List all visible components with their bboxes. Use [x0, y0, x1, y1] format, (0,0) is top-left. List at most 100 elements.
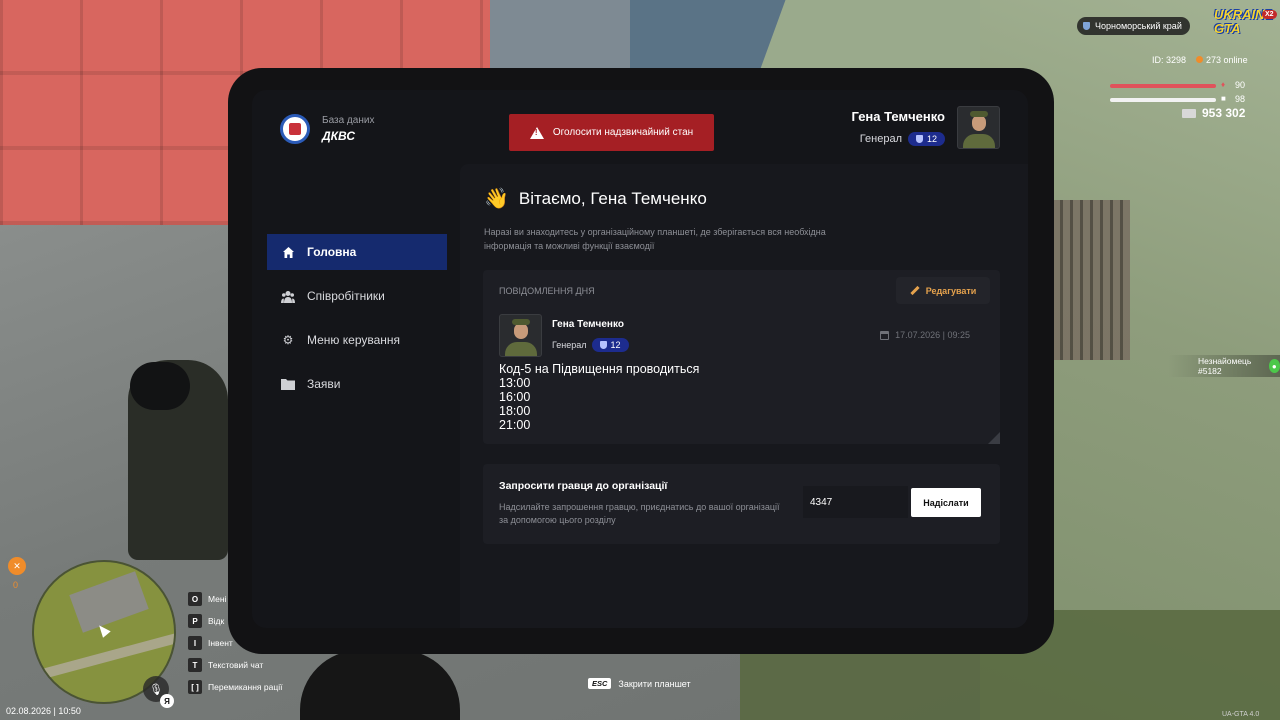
folder-icon: [281, 377, 295, 391]
edit-button-label: Редагувати: [925, 285, 977, 296]
motd-title: Повідомлення дня: [499, 286, 595, 296]
money-icon: [1182, 108, 1196, 118]
sidebar-item-label: Заяви: [307, 377, 341, 391]
calendar-icon: [880, 330, 890, 340]
home-icon: [281, 245, 295, 259]
motd-author-rank: Генерал: [552, 340, 587, 350]
soldier-helmet: [130, 362, 190, 410]
motd-body: Код-5 на Підвищення проводиться 13:00 16…: [499, 362, 699, 432]
warning-icon: [529, 126, 544, 139]
armor-bar: [1110, 98, 1216, 102]
online-count: 273 online: [1206, 55, 1248, 65]
nearby-player-tag: Незнайомець #5182 ●: [1168, 355, 1280, 377]
key-hint: P Відк: [188, 610, 282, 632]
player-id-input[interactable]: [803, 486, 908, 518]
online-dot-icon: [1196, 56, 1204, 63]
tablet-screen: База даних ДКВС Оголосити надзвичайний с…: [252, 90, 1028, 628]
page-description: Наразі ви знаходитесь у організаційному …: [484, 227, 826, 251]
emergency-button[interactable]: Оголосити надзвичайний стан: [509, 114, 714, 151]
voice-active-icon: ●: [1268, 359, 1280, 373]
sidebar-item-control-menu[interactable]: ⚙ Меню керування: [267, 322, 447, 358]
motd-line: 16:00: [499, 390, 531, 404]
key-cap: I: [188, 636, 202, 650]
key-hint: I Інвент: [188, 632, 282, 654]
invite-description: Надсилайте запрошення гравцю, приєднатис…: [499, 502, 780, 525]
page-title: 👋 Вітаємо, Гена Темченко: [484, 186, 707, 211]
people-icon: [281, 289, 295, 303]
hunger-value: 0: [13, 580, 19, 590]
pencil-icon: [910, 285, 920, 296]
avatar: [957, 106, 1000, 149]
profile-name: Гена Темченко: [851, 109, 945, 124]
motd-author: Гена Темченко Генерал 12: [499, 314, 629, 357]
key-cap: P: [188, 614, 202, 628]
shield-icon: [915, 135, 923, 143]
rank-level-badge: 12: [907, 132, 945, 146]
key-hints: O Мені P Відк I Інвент T Текстовий чат [ ] Пе…: [188, 588, 282, 698]
key-cap: [ ]: [188, 680, 202, 694]
close-tablet-label: Закрити планшет: [618, 678, 691, 689]
avatar: [499, 314, 542, 357]
org-name: ДКВС: [322, 129, 356, 143]
key-hint: O Мені: [188, 588, 282, 610]
region-badge: Чорноморський край: [1077, 17, 1190, 35]
armor-value: 98: [1235, 94, 1246, 104]
sidebar-item-label: Головна: [307, 245, 357, 259]
online-count-wrap: 273 online: [1196, 55, 1248, 65]
invite-title: Запросити гравця до організації: [499, 480, 668, 492]
sidebar-item-applications[interactable]: Заяви: [267, 366, 447, 402]
version-label: UA-GTA 4.0: [1222, 711, 1260, 718]
sidebar-item-label: Співробітники: [307, 289, 385, 303]
wooden-fence: [1050, 200, 1130, 360]
player-id-online: ID: 3298 273 online: [1152, 55, 1248, 65]
sidebar-item-staff[interactable]: Співробітники: [267, 278, 447, 314]
user-profile: Гена Темченко Генерал 12: [851, 106, 1000, 149]
resize-handle[interactable]: [988, 432, 1000, 444]
money-amount: 953 302: [1202, 106, 1246, 120]
player-id: ID: 3298: [1152, 55, 1187, 65]
motd-line: Код-5 на Підвищення проводиться: [499, 362, 700, 376]
motd-line: 18:00: [499, 404, 531, 418]
region-name: Чорноморський край: [1095, 21, 1182, 31]
heart-icon: ♦: [1221, 80, 1226, 89]
key-cap: T: [188, 658, 202, 672]
logo-line: GTA: [1214, 21, 1241, 36]
money-display: 953 302: [1182, 106, 1245, 120]
sidebar-item-home[interactable]: Головна: [267, 234, 447, 270]
key-cap: O: [188, 592, 202, 606]
sidebar-item-label: Меню керування: [307, 333, 401, 347]
main-content: 👋 Вітаємо, Гена Темченко Наразі ви знахо…: [460, 164, 1028, 628]
message-of-the-day: Повідомлення дня Редагувати Гена Темченк…: [483, 270, 1000, 444]
health-value: 90: [1235, 80, 1246, 90]
close-tablet-hint: ESC Закрити планшет: [588, 678, 691, 689]
edit-button[interactable]: Редагувати: [896, 277, 990, 304]
org-subtitle: База даних: [322, 115, 375, 126]
rank-level: 12: [926, 134, 937, 144]
language-badge: Я: [160, 694, 174, 708]
key-hint-label: Текстовий чат: [208, 660, 264, 670]
send-invite-button[interactable]: Надіслати: [911, 488, 981, 517]
motd-date-text: 17.07.2026 | 09:25: [895, 330, 970, 340]
motd-author-name: Гена Темченко: [552, 319, 624, 330]
hunger-icon: ✕: [8, 557, 26, 575]
shield-icon: [599, 341, 607, 349]
motd-line: 21:00: [499, 418, 531, 432]
rank-level-badge: 12: [591, 338, 629, 352]
rank-level: 12: [610, 340, 621, 350]
key-hint-label: Мені: [208, 594, 227, 604]
key-hint-label: Відк: [208, 616, 225, 626]
x2-badge: X2: [1262, 10, 1277, 19]
greeting-text: Вітаємо, Гена Темченко: [518, 188, 707, 208]
emergency-button-label: Оголосити надзвичайний стан: [552, 127, 694, 138]
key-hint: [ ] Перемикання рації: [188, 676, 282, 698]
date-time: 02.08.2026 | 10:50: [6, 706, 81, 716]
profile-rank: Генерал: [859, 133, 902, 145]
sidebar: Головна Співробітники ⚙ Меню керування З…: [267, 234, 447, 410]
armor-shield-icon: ■: [1221, 94, 1226, 103]
org-header: База даних ДКВС: [280, 114, 374, 144]
key-hint-label: Перемикання рації: [208, 682, 283, 692]
org-emblem-icon: [280, 114, 310, 144]
waving-hand-icon: 👋: [484, 188, 509, 210]
motd-date: 17.07.2026 | 09:25: [880, 330, 970, 340]
gear-icon: ⚙: [282, 333, 294, 347]
